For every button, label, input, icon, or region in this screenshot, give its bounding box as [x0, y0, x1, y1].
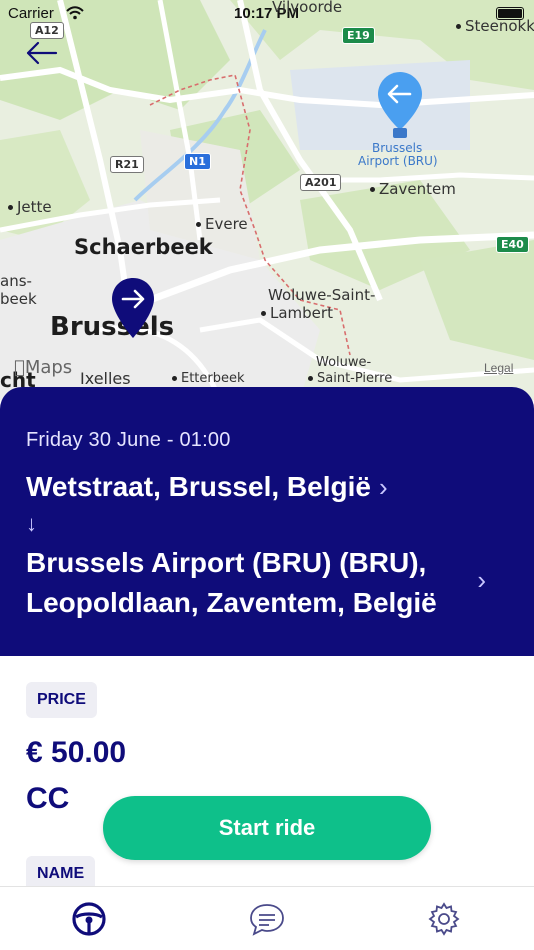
map-label-woluwe-pierre-1: Woluwe-: [316, 355, 372, 370]
shield-e40: E40: [496, 236, 529, 253]
shield-e19: E19: [342, 27, 375, 44]
chevron-right-icon[interactable]: ›: [477, 565, 486, 596]
arrow-right-pin-icon: [112, 278, 154, 338]
chat-bubble-icon: [250, 904, 284, 936]
apple-logo-icon: : [14, 357, 25, 378]
map-label-woluwe-pierre-2: Saint-Pierre: [308, 371, 392, 386]
map-label-ganshoren-2: beek: [0, 290, 37, 308]
tab-rides[interactable]: [70, 901, 110, 937]
map-label-zaventem: Zaventem: [370, 180, 456, 198]
map-label-ganshoren-1: ans-: [0, 272, 32, 290]
start-ride-button[interactable]: Start ride: [103, 796, 431, 860]
arrow-left-icon: [26, 41, 58, 65]
gear-icon: [428, 902, 460, 936]
ride-summary-card: Friday 30 June - 01:00 Wetstraat, Brusse…: [0, 387, 534, 656]
carrier-label: Carrier: [8, 5, 54, 22]
map-label-woluwe-lambert-1: Woluwe-Saint-: [268, 286, 376, 304]
map-label-woluwe-lambert-2: Lambert: [261, 304, 333, 322]
payment-method: CC: [26, 782, 70, 815]
maps-brand-text: Maps: [14, 357, 72, 378]
back-button[interactable]: [24, 38, 60, 68]
legal-link[interactable]: Legal: [484, 361, 513, 375]
map-label-ixelles: Ixelles: [80, 369, 131, 388]
dropoff-address-text: Brussels Airport (BRU) (BRU), Leopoldlaa…: [26, 547, 437, 618]
arrow-down-icon: ↓: [26, 511, 37, 536]
apple-maps-logo: Maps: [14, 357, 72, 378]
shield-a201: A201: [300, 174, 342, 191]
dropoff-address[interactable]: Brussels Airport (BRU) (BRU), Leopoldlaa…: [26, 543, 496, 623]
map-label-schaerbeek: Schaerbeek: [74, 235, 213, 259]
pickup-address-text: Wetstraat, Brussel, België: [26, 471, 371, 502]
tab-settings[interactable]: [425, 901, 465, 937]
price-label: PRICE: [26, 682, 97, 718]
map-label-steenokkerzeel: Steenokke: [456, 17, 534, 35]
destination-pin[interactable]: [376, 70, 424, 145]
ride-date: Friday 30 June - 01:00: [26, 429, 231, 451]
arrow-left-pin-icon: [378, 72, 422, 138]
tab-bar: [0, 886, 534, 950]
map-label-evere: Evere: [196, 215, 248, 233]
map-label-vilvoorde: Vilvoorde: [272, 0, 343, 16]
shield-n1: N1: [184, 153, 211, 170]
status-bar: Carrier 10:17 PM: [0, 0, 534, 26]
chevron-right-icon: ›: [378, 472, 388, 502]
pickup-address[interactable]: Wetstraat, Brussel, België ›: [26, 471, 506, 503]
price-value: € 50.00: [26, 736, 127, 769]
map-view[interactable]: Carrier 10:17 PM Vilvoorde Steenokke Jet…: [0, 0, 534, 400]
steering-wheel-icon: [72, 902, 106, 936]
shield-r21: R21: [110, 156, 144, 173]
wifi-icon: [66, 6, 84, 20]
map-label-airport-2: Airport (BRU): [358, 154, 438, 168]
tab-messages[interactable]: [247, 901, 287, 937]
start-location-pin[interactable]: [110, 276, 156, 347]
shield-a12: A12: [30, 22, 64, 39]
map-label-etterbeek: Etterbeek: [172, 371, 245, 386]
map-label-jette: Jette: [8, 198, 52, 216]
